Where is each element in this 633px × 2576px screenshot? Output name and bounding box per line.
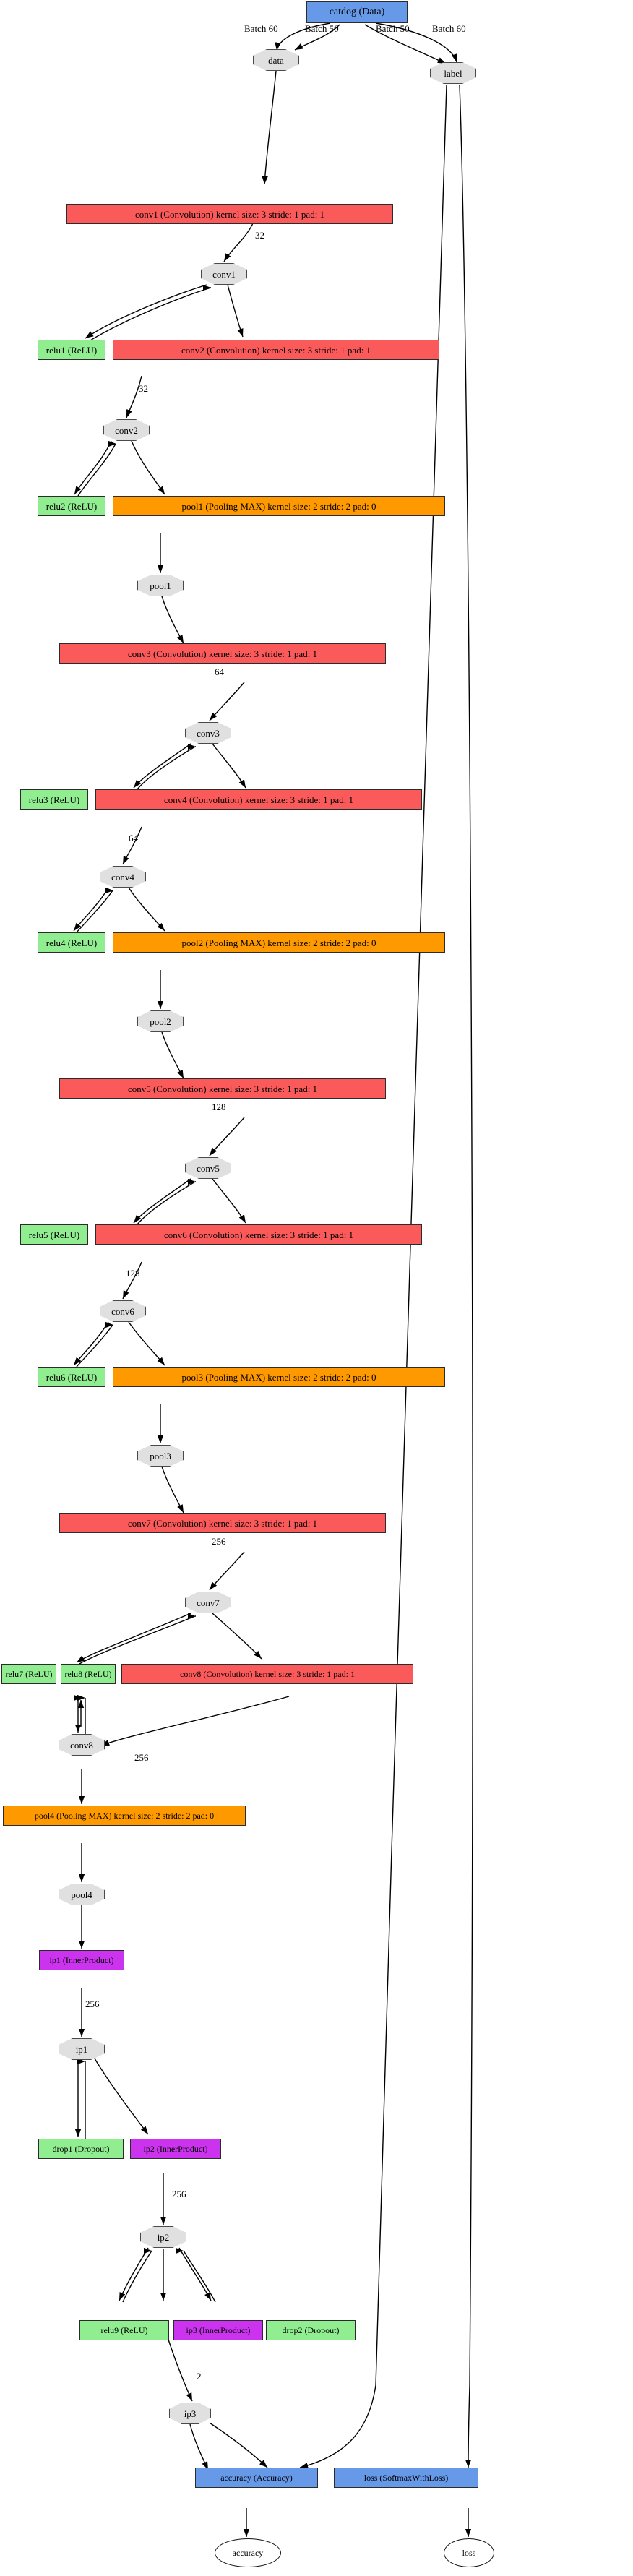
edge-label-batch50-a: Batch 50 (305, 23, 339, 34)
layer-relu3[interactable]: relu3 (ReLU) (20, 789, 88, 810)
blob-conv3[interactable]: conv3 (185, 722, 231, 744)
layer-relu9[interactable]: relu9 (ReLU) (79, 2320, 169, 2340)
layer-pool4[interactable]: pool4 (Pooling MAX) kernel size: 2 strid… (3, 1806, 246, 1826)
edge-label-conv6-out: 128 (126, 1268, 140, 1279)
layer-pool3[interactable]: pool3 (Pooling MAX) kernel size: 2 strid… (113, 1367, 445, 1387)
blob-conv5[interactable]: conv5 (185, 1157, 231, 1179)
blob-conv1[interactable]: conv1 (201, 263, 247, 285)
edge-label-conv3-out: 64 (215, 666, 224, 677)
blob-ip1[interactable]: ip1 (59, 2038, 105, 2060)
blob-ip3[interactable]: ip3 (169, 2403, 211, 2424)
network-diagram-canvas: catdog (Data) Batch 60 Batch 50 Batch 50… (0, 0, 633, 2576)
blob-ip2[interactable]: ip2 (140, 2226, 186, 2248)
layer-conv6[interactable]: conv6 (Convolution) kernel size: 3 strid… (95, 1224, 422, 1245)
layer-accuracy[interactable]: accuracy (Accuracy) (195, 2468, 318, 2488)
edge-label-conv2-out: 32 (139, 383, 148, 394)
layer-conv3[interactable]: conv3 (Convolution) kernel size: 3 strid… (59, 643, 386, 664)
layer-drop2[interactable]: drop2 (Dropout) (266, 2320, 356, 2340)
edge-label-ip1-out: 256 (85, 1998, 100, 2009)
layer-ip1[interactable]: ip1 (InnerProduct) (39, 1950, 124, 1970)
edge-label-conv4-out: 64 (129, 833, 138, 843)
layer-pool1[interactable]: pool1 (Pooling MAX) kernel size: 2 strid… (113, 496, 445, 516)
edge-label-ip3-out: 2 (197, 2371, 202, 2382)
blob-pool1[interactable]: pool1 (137, 575, 184, 596)
layer-relu6[interactable]: relu6 (ReLU) (38, 1367, 106, 1387)
blob-pool4[interactable]: pool4 (59, 1884, 105, 1905)
blob-conv6[interactable]: conv6 (100, 1300, 146, 1322)
layer-ip2[interactable]: ip2 (InnerProduct) (130, 2139, 221, 2159)
edge-label-ip2-out: 256 (172, 2189, 186, 2199)
edge-label-conv5-out: 128 (212, 1102, 226, 1112)
blob-conv7[interactable]: conv7 (185, 1592, 231, 1613)
blob-loss[interactable]: loss (444, 2538, 494, 2567)
blob-conv4[interactable]: conv4 (100, 866, 146, 888)
edge-label-batch60-a: Batch 60 (244, 23, 278, 34)
edge-label-conv7-out: 256 (212, 1536, 226, 1547)
layer-conv7[interactable]: conv7 (Convolution) kernel size: 3 strid… (59, 1513, 386, 1533)
layer-conv8[interactable]: conv8 (Convolution) kernel size: 3 strid… (121, 1664, 413, 1684)
blob-data[interactable]: data (253, 49, 299, 71)
layer-catdog-data[interactable]: catdog (Data) (306, 1, 408, 23)
layer-relu1[interactable]: relu1 (ReLU) (38, 340, 106, 360)
layer-relu7[interactable]: relu7 (ReLU) (1, 1664, 56, 1684)
layer-conv1[interactable]: conv1 (Convolution) kernel size: 3 strid… (66, 204, 393, 224)
layer-relu8[interactable]: relu8 (ReLU) (61, 1664, 116, 1684)
layer-relu2[interactable]: relu2 (ReLU) (38, 496, 106, 516)
edge-label-batch50-b: Batch 50 (376, 23, 410, 34)
blob-pool3[interactable]: pool3 (137, 1445, 184, 1467)
layer-drop1[interactable]: drop1 (Dropout) (38, 2139, 124, 2159)
blob-accuracy[interactable]: accuracy (215, 2538, 281, 2567)
blob-label[interactable]: label (430, 62, 476, 84)
blob-conv2[interactable]: conv2 (103, 419, 150, 441)
layer-loss[interactable]: loss (SoftmaxWithLoss) (334, 2468, 478, 2488)
edge-label-batch60-b: Batch 60 (432, 23, 466, 34)
layer-ip3[interactable]: ip3 (InnerProduct) (173, 2320, 263, 2340)
blob-pool2[interactable]: pool2 (137, 1010, 184, 1032)
edge-label-conv1-out: 32 (255, 230, 264, 241)
edge-layer (73, 22, 473, 2537)
layer-conv4[interactable]: conv4 (Convolution) kernel size: 3 strid… (95, 789, 422, 810)
blob-conv8[interactable]: conv8 (59, 1734, 105, 1756)
layer-conv2[interactable]: conv2 (Convolution) kernel size: 3 strid… (113, 340, 439, 360)
layer-relu5[interactable]: relu5 (ReLU) (20, 1224, 88, 1245)
layer-relu4[interactable]: relu4 (ReLU) (38, 932, 106, 953)
edge-label-conv8-out: 256 (134, 1752, 149, 1763)
layer-pool2[interactable]: pool2 (Pooling MAX) kernel size: 2 strid… (113, 932, 445, 953)
layer-conv5[interactable]: conv5 (Convolution) kernel size: 3 strid… (59, 1078, 386, 1099)
